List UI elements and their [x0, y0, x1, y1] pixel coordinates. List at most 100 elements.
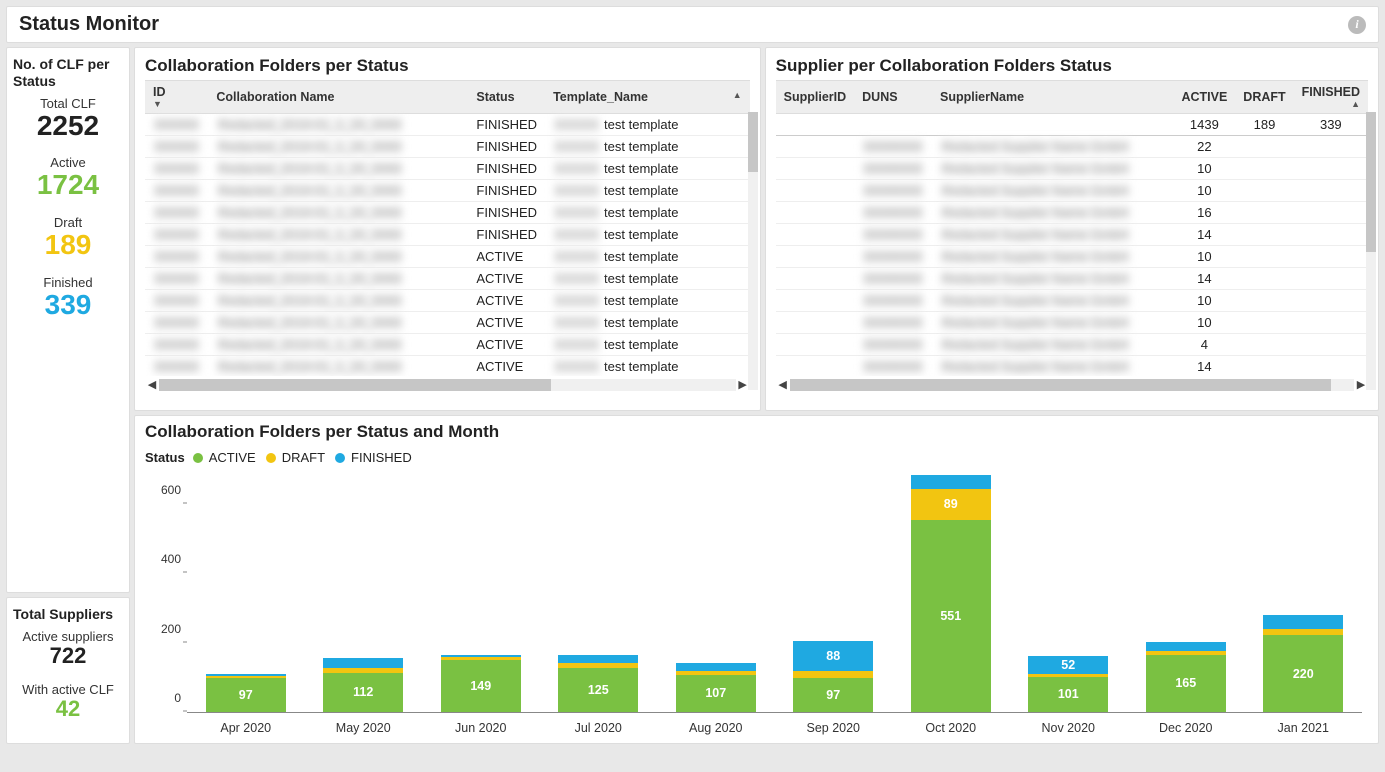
kpi-active-value: 1724	[13, 170, 123, 201]
col-active[interactable]: ACTIVE	[1173, 81, 1235, 114]
kpi-finished-value: 339	[13, 290, 123, 321]
cell-status: ACTIVE	[468, 312, 545, 334]
table-row[interactable]: 00000000Redacted Supplier Name GmbH22	[776, 136, 1368, 158]
chart-legend: Status ACTIVE DRAFT FINISHED	[145, 450, 1368, 465]
table-row[interactable]: 000000Redacted_2019-01_1_20_0000FINISHED…	[145, 158, 750, 180]
y-tick: 400	[145, 552, 181, 566]
bar-label: 107	[676, 686, 756, 700]
supplier-table[interactable]: SupplierID DUNS SupplierName ACTIVE DRAF…	[776, 80, 1368, 376]
kpi-clf-title: No. of CLF per Status	[13, 56, 123, 90]
col-supplier-id[interactable]: SupplierID	[776, 81, 855, 114]
legend-active[interactable]: ACTIVE	[209, 450, 256, 465]
scroll-left-icon[interactable]: ◀	[776, 378, 790, 391]
vertical-scrollbar[interactable]	[748, 112, 758, 390]
table-row[interactable]: 00000000Redacted Supplier Name GmbH10	[776, 312, 1368, 334]
cell-status: ACTIVE	[468, 334, 545, 356]
table-row[interactable]: 000000Redacted_2019-01_1_20_0000ACTIVEXX…	[145, 246, 750, 268]
x-tick: Jul 2020	[540, 717, 658, 739]
col-id[interactable]: ID ▼	[145, 81, 208, 114]
folders-table[interactable]: ID ▼ Collaboration Name Status Template_…	[145, 80, 750, 376]
table-row[interactable]: 000000Redacted_2019-01_1_20_0000FINISHED…	[145, 202, 750, 224]
info-icon[interactable]: i	[1348, 16, 1366, 34]
kpi-total-value: 2252	[13, 111, 123, 142]
bar-segment-fin	[558, 655, 638, 664]
table-row[interactable]: 000000Redacted_2019-01_1_20_0000ACTIVEXX…	[145, 312, 750, 334]
table-row[interactable]: 00000000Redacted Supplier Name GmbH10	[776, 246, 1368, 268]
y-tick: 200	[145, 622, 181, 636]
cell-template-prefix: XXXXX	[553, 139, 600, 154]
table-row[interactable]: 000000Redacted_2019-01_1_20_0000ACTIVEXX…	[145, 334, 750, 356]
horizontal-scrollbar[interactable]: ◀ ▶	[776, 378, 1368, 391]
cell-id: 000000	[153, 293, 200, 308]
horizontal-scrollbar[interactable]: ◀ ▶	[145, 378, 750, 391]
bar-segment-fin	[1263, 615, 1343, 629]
cell-active: 14	[1173, 356, 1235, 377]
legend-draft[interactable]: DRAFT	[282, 450, 325, 465]
cell-active: 10	[1173, 246, 1235, 268]
legend-finished[interactable]: FINISHED	[351, 450, 412, 465]
table-row[interactable]: 000000Redacted_2019-01_1_20_0000ACTIVEXX…	[145, 268, 750, 290]
table-row[interactable]: 000000Redacted_2019-01_1_20_0000FINISHED…	[145, 114, 750, 136]
bar-slot[interactable]: 107	[657, 469, 775, 712]
col-supplier-name[interactable]: SupplierName	[932, 81, 1173, 114]
cell-template-prefix: XXXXX	[553, 337, 600, 352]
table-row[interactable]: 000000Redacted_2019-01_1_20_0000FINISHED…	[145, 136, 750, 158]
table-row[interactable]: 00000000Redacted Supplier Name GmbH10	[776, 158, 1368, 180]
kpi-with-clf-value: 42	[13, 697, 123, 721]
table-row[interactable]: 00000000Redacted Supplier Name GmbH14	[776, 356, 1368, 377]
bar-slot[interactable]: 165	[1127, 469, 1245, 712]
x-tick: May 2020	[305, 717, 423, 739]
cell-collab-name: Redacted_2019-01_1_20_0000	[216, 315, 403, 330]
col-collab-name[interactable]: Collaboration Name	[208, 81, 468, 114]
cell-collab-name: Redacted_2019-01_1_20_0000	[216, 249, 403, 264]
bar-slot[interactable]: 8897	[775, 469, 893, 712]
table-row[interactable]: 00000000Redacted Supplier Name GmbH16	[776, 202, 1368, 224]
cell-supplier-name: Redacted Supplier Name GmbH	[940, 183, 1130, 198]
vertical-scrollbar[interactable]	[1366, 112, 1376, 390]
col-draft[interactable]: DRAFT	[1235, 81, 1293, 114]
bar-slot[interactable]: 89551	[892, 469, 1010, 712]
col-template[interactable]: Template_Name ▲	[545, 81, 750, 114]
cell-duns: 00000000	[862, 161, 924, 176]
cell-id: 000000	[153, 359, 200, 374]
cell-template: test template	[604, 205, 678, 220]
table-row[interactable]: 000000Redacted_2019-01_1_20_0000ACTIVEXX…	[145, 290, 750, 312]
kpi-active-suppliers-label: Active suppliers	[13, 629, 123, 644]
y-tick: 0	[145, 691, 181, 705]
cell-supplier-name: Redacted Supplier Name GmbH	[940, 161, 1130, 176]
table-row[interactable]: 000000Redacted_2019-01_1_20_0000FINISHED…	[145, 180, 750, 202]
bar-slot[interactable]: 112	[305, 469, 423, 712]
cell-id: 000000	[153, 337, 200, 352]
chart-card: Collaboration Folders per Status and Mon…	[134, 415, 1379, 744]
table-row[interactable]: 00000000Redacted Supplier Name GmbH14	[776, 268, 1368, 290]
col-finished[interactable]: FINISHED ▲	[1294, 81, 1368, 114]
table-row[interactable]: 000000Redacted_2019-01_1_20_0000FINISHED…	[145, 224, 750, 246]
bar-slot[interactable]: 125	[540, 469, 658, 712]
cell-supplier-name: Redacted Supplier Name GmbH	[940, 249, 1130, 264]
cell-status: FINISHED	[468, 114, 545, 136]
table-totals-row[interactable]: 1439 189 339	[776, 114, 1368, 136]
bar-slot[interactable]: 220	[1245, 469, 1363, 712]
chart-area[interactable]: 0200400600971121491251078897895515210116…	[187, 469, 1362, 739]
table-row[interactable]: 00000000Redacted Supplier Name GmbH14	[776, 224, 1368, 246]
bar-label: 551	[911, 609, 991, 623]
cell-supplier-name: Redacted Supplier Name GmbH	[940, 139, 1130, 154]
col-status[interactable]: Status	[468, 81, 545, 114]
cell-supplier-name: Redacted Supplier Name GmbH	[940, 315, 1130, 330]
cell-template: test template	[604, 161, 678, 176]
table-row[interactable]: 000000Redacted_2019-01_1_20_0000ACTIVEXX…	[145, 356, 750, 377]
cell-status: FINISHED	[468, 136, 545, 158]
table-row[interactable]: 00000000Redacted Supplier Name GmbH10	[776, 290, 1368, 312]
y-tick: 600	[145, 483, 181, 497]
bar-segment-act: 220	[1263, 635, 1343, 712]
table-row[interactable]: 00000000Redacted Supplier Name GmbH4	[776, 334, 1368, 356]
legend-swatch-finished	[335, 453, 345, 463]
table-row[interactable]: 00000000Redacted Supplier Name GmbH10	[776, 180, 1368, 202]
scroll-left-icon[interactable]: ◀	[145, 378, 159, 391]
bar-segment-fin	[1146, 642, 1226, 651]
bar-slot[interactable]: 97	[187, 469, 305, 712]
kpi-suppliers-title: Total Suppliers	[13, 606, 123, 623]
col-duns[interactable]: DUNS	[854, 81, 932, 114]
bar-slot[interactable]: 149	[422, 469, 540, 712]
bar-slot[interactable]: 52101	[1010, 469, 1128, 712]
